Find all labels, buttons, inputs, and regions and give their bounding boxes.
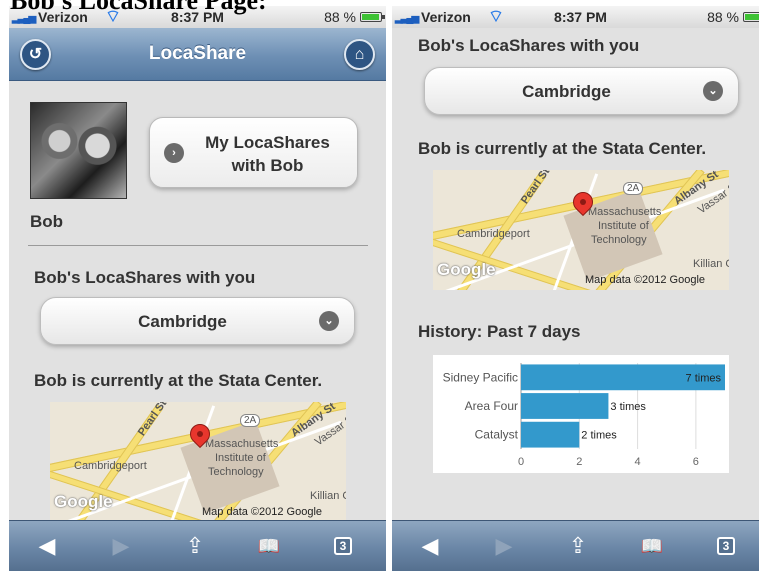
share-icon[interactable]: ⇪ [558,532,598,560]
chevron-down-icon: ⌄ [319,311,339,331]
battery-icon [360,12,385,22]
history-heading: History: Past 7 days [418,322,581,341]
data-label: 7 times [686,372,722,384]
map-label: Pearl St [518,170,553,207]
map-label: Massachusetts [588,206,662,218]
avatar [30,102,127,199]
tabs-icon[interactable]: 3 [323,532,363,560]
history-bar-chart: Sidney Pacific 7 times Area Four 3 times Cat… [443,363,725,468]
phone-screen-left: ▂▃▄▅ Verizon ⌔ 8:37 PM 88 % ↺ LocaShare … [9,6,386,571]
map-label: Institute of [598,220,649,232]
page-heading: Bob's LocaShare Page: [10,0,267,15]
map-label: Killian C [693,258,729,270]
locashares-heading: Bob's LocaShares with you [418,36,640,55]
battery-percent: 88 % [324,9,356,25]
browser-back-icon[interactable]: ◀ [410,532,450,560]
locashare-select[interactable]: Cambridge ⌄ [424,67,739,115]
map-label: Cambridgeport [457,228,530,240]
bookmarks-icon[interactable]: 📖 [632,532,672,560]
map-label: 2A [623,182,644,195]
browser-toolbar: ◀ ▶ ⇪ 📖 3 [9,520,386,571]
phone-screen-right: ▂▃▄▅ Verizon ⌔ 8:37 PM 88 % Bob's LocaSh… [392,6,759,571]
category-label: Area Four [465,399,518,413]
locashares-heading: Bob's LocaShares with you [34,268,256,287]
tabs-count: 3 [717,537,735,555]
map-label: Technology [208,466,264,478]
category-label: Sidney Pacific [443,370,518,384]
location-text: Bob is currently at the Stata Center. [418,139,707,158]
map-attribution: Map data ©2012 Google [202,506,323,518]
map-label: 2A [240,414,261,427]
app-title: LocaShare [148,43,247,64]
tabs-count: 3 [334,537,352,555]
my-locashares-button[interactable]: › My LocaShares with Bob [149,117,358,188]
my-locashares-label: My LocaShares with Bob [205,133,330,175]
battery-icon [743,12,759,22]
clock: 8:37 PM [554,9,607,25]
bookmarks-icon[interactable]: 📖 [249,532,289,560]
map-label: Killian C [310,490,346,502]
category-label: Catalyst [475,428,519,442]
map-label: Technology [591,234,647,246]
google-logo: Google [437,260,496,279]
tick-label: 0 [518,456,524,468]
map-label: Massachusetts [205,438,279,450]
chevron-down-icon: ⌄ [703,81,723,101]
battery-percent: 88 % [707,9,739,25]
tick-label: 4 [635,456,641,468]
tick-label: 6 [693,456,699,468]
tick-label: 2 [576,456,582,468]
data-label: 3 times [610,401,646,413]
divider [28,245,368,246]
location-map[interactable]: Pearl St Albany St Vassar St 2A Cambridg… [50,402,346,522]
chevron-right-icon: › [164,143,184,163]
browser-forward-icon[interactable]: ▶ [101,532,141,560]
map-attribution: Map data ©2012 Google [585,274,706,286]
chart-bar [521,421,580,448]
home-button[interactable]: ⌂ [344,39,375,70]
share-icon[interactable]: ⇪ [175,532,215,560]
chart-bar [521,393,609,419]
home-icon: ⌂ [354,46,365,63]
locashare-select[interactable]: Cambridge ⌄ [40,297,355,345]
locashare-select-value: Cambridge [522,82,611,101]
map-label: Cambridgeport [74,460,147,472]
user-name: Bob [30,212,64,231]
map-label: Pearl St [135,402,170,439]
status-bar: ▂▃▄▅ Verizon ⌔ 8:37 PM 88 % [392,6,759,28]
google-logo: Google [54,492,113,511]
browser-back-icon[interactable]: ◀ [27,532,67,560]
location-map[interactable]: Pearl St Albany St Vassar St 2A Cambridg… [433,170,729,290]
locashare-select-value: Cambridge [138,312,227,331]
browser-forward-icon[interactable]: ▶ [484,532,524,560]
history-chart: Sidney Pacific 7 times Area Four 3 times Cat… [433,355,729,473]
data-label: 2 times [581,430,617,442]
navigation-bar: ↺ LocaShare ⌂ [9,28,386,81]
browser-toolbar: ◀ ▶ ⇪ 📖 3 [392,520,759,571]
tabs-icon[interactable]: 3 [706,532,746,560]
location-text: Bob is currently at the Stata Center. [34,371,323,390]
map-label: Institute of [215,452,266,464]
